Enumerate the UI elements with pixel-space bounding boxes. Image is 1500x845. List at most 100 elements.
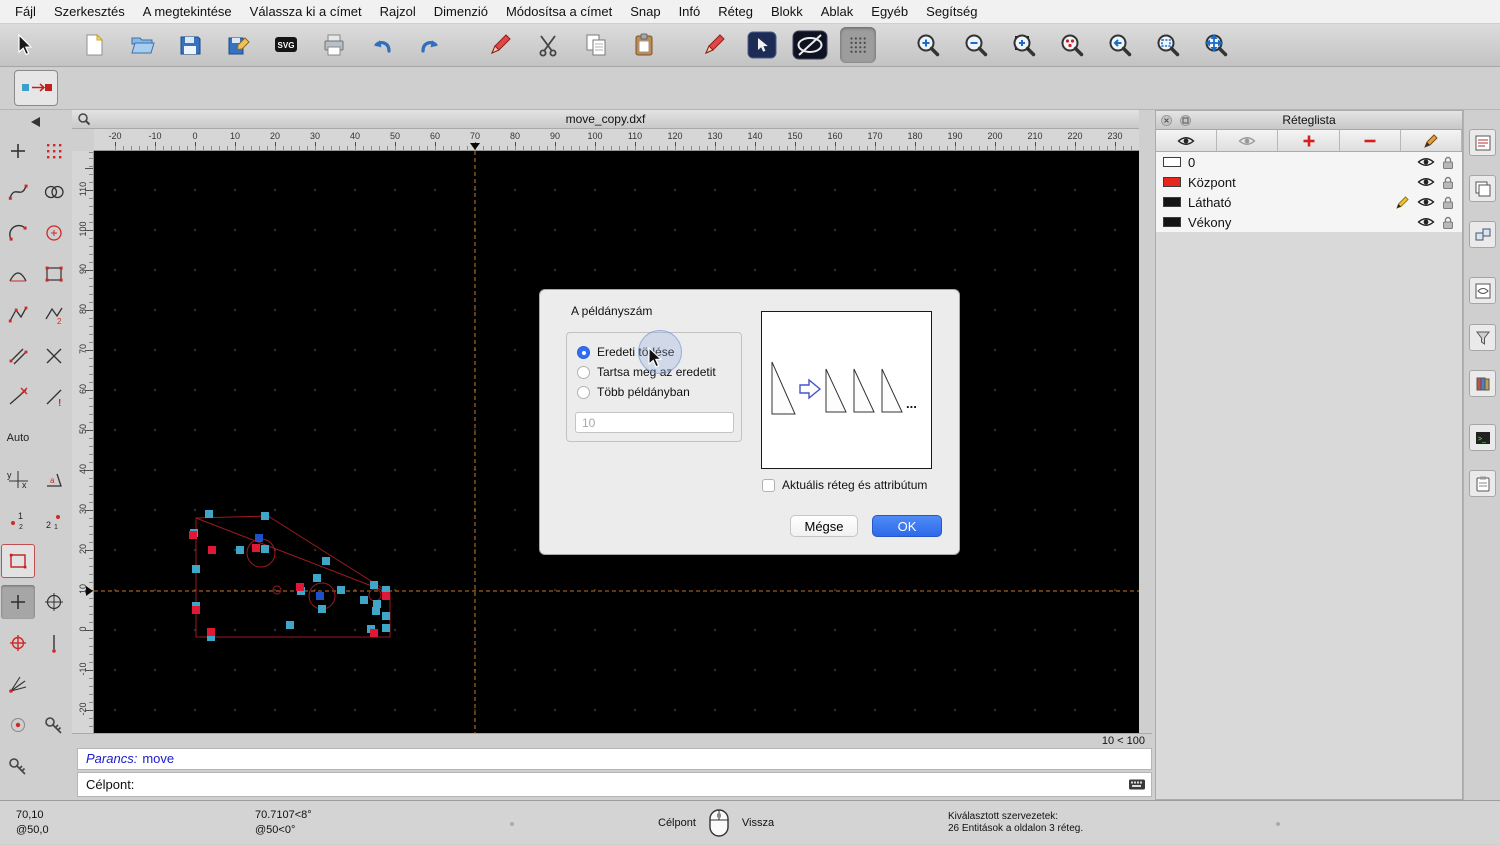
dock-filter-button[interactable] (1469, 324, 1496, 351)
radio-tartsa-meg-az-eredetit[interactable] (577, 366, 590, 379)
command-input-row[interactable]: Célpont: (77, 772, 1152, 797)
selection-handle-cyan[interactable] (318, 605, 326, 613)
current-tool-button[interactable] (14, 70, 58, 106)
dock-layer-list-button[interactable] (1469, 175, 1496, 202)
layer-visibility-icon[interactable] (1417, 195, 1435, 209)
lock-relative-tool[interactable] (1, 749, 35, 783)
zoom-in-button[interactable] (910, 27, 946, 63)
coordinate-tool[interactable]: yx (1, 462, 35, 496)
dock-command-line-button[interactable]: >_ (1469, 424, 1496, 451)
layer-visibility-icon[interactable] (1417, 215, 1435, 229)
dock-property-editor-button[interactable] (1469, 129, 1496, 156)
selection-handle-red[interactable] (370, 629, 378, 637)
menu-a-megtekint-se[interactable]: A megtekintése (134, 4, 241, 19)
snap-middle-tool[interactable]: 12 (1, 503, 35, 537)
layer-lock-icon[interactable] (1441, 155, 1455, 170)
selection-handle-cyan[interactable] (373, 600, 381, 608)
ray-tool[interactable] (1, 667, 35, 701)
cancel-button[interactable]: Mégse (790, 515, 858, 537)
polyline-2-tool[interactable]: 2 (37, 298, 71, 332)
selection-handle-red[interactable] (189, 531, 197, 539)
svg-export-button[interactable]: SVG (268, 27, 304, 63)
zoom-window-button[interactable] (1150, 27, 1186, 63)
auto-zoom-button[interactable] (1006, 27, 1042, 63)
dock-block-list-button[interactable] (1469, 221, 1496, 248)
document-titlebar[interactable]: move_copy.dxf (72, 110, 1139, 129)
menu-inf[interactable]: Infó (670, 4, 710, 19)
edit-pen-button[interactable] (696, 27, 732, 63)
layer-row-k-zpont[interactable]: Központ (1156, 172, 1462, 192)
selection-handle-red[interactable] (207, 628, 215, 636)
selection-rect-tool[interactable] (1, 544, 35, 578)
selection-handle-cyan[interactable] (261, 545, 269, 553)
edit-layer-button[interactable] (1401, 130, 1462, 151)
save-button[interactable] (172, 27, 208, 63)
selection-handle-red[interactable] (192, 606, 200, 614)
crosshair-tool[interactable] (1, 134, 35, 168)
selection-handle-cyan[interactable] (337, 586, 345, 594)
selection-handle-red[interactable] (382, 592, 390, 600)
menu-szerkeszt-s[interactable]: Szerkesztés (45, 4, 134, 19)
selection-handle-red[interactable] (296, 583, 304, 591)
selection-handle-cyan[interactable] (370, 581, 378, 589)
copies-count-input[interactable] (575, 412, 734, 433)
keyboard-icon[interactable] (1128, 777, 1146, 792)
menu-rajzol[interactable]: Rajzol (371, 4, 425, 19)
selection-cursor-button[interactable] (6, 27, 42, 63)
selection-handle-cyan[interactable] (360, 596, 368, 604)
selection-handle-cyan[interactable] (382, 624, 390, 632)
dock-view-list-button[interactable] (1469, 277, 1496, 304)
selection-handle-blue[interactable] (255, 534, 263, 542)
layer-visibility-icon[interactable] (1417, 175, 1435, 189)
selection-handle-cyan[interactable] (322, 557, 330, 565)
attributes-pen-button[interactable] (482, 27, 518, 63)
paste-button[interactable] (626, 27, 662, 63)
cross-lines-tool[interactable] (37, 339, 71, 373)
use-current-layer-checkbox[interactable] (762, 479, 775, 492)
menu-v-lassza-ki-a-c-met[interactable]: Válassza ki a címet (241, 4, 371, 19)
circle-center-tool[interactable] (37, 216, 71, 250)
arc-chord-tool[interactable] (1, 257, 35, 291)
spline-tool[interactable] (1, 175, 35, 209)
snap-distance-tool[interactable]: 21 (37, 503, 71, 537)
circle-cross-tool[interactable] (37, 585, 71, 619)
menu-ablak[interactable]: Ablak (812, 4, 863, 19)
selection-handle-cyan[interactable] (313, 574, 321, 582)
layer-lock-icon[interactable] (1441, 175, 1455, 190)
ok-button[interactable]: OK (872, 515, 942, 537)
angle-tool[interactable]: a (37, 462, 71, 496)
layer-lock-icon[interactable] (1441, 195, 1455, 210)
menu-r-teg[interactable]: Réteg (709, 4, 762, 19)
parallel-lines-tool[interactable] (1, 339, 35, 373)
radio-t-bb-p-ld-nyban[interactable] (577, 386, 590, 399)
float-icon[interactable] (1180, 115, 1191, 126)
auto-snap-button[interactable]: Auto (1, 421, 35, 455)
line-warning-tool[interactable]: ! (37, 380, 71, 414)
polyline-tool[interactable] (1, 298, 35, 332)
lock-tool[interactable] (37, 708, 71, 742)
selection-handle-cyan[interactable] (261, 512, 269, 520)
show-all-layers-button[interactable] (1156, 130, 1217, 151)
selection-handle-cyan[interactable] (236, 546, 244, 554)
cut-scissors-button[interactable] (530, 27, 566, 63)
add-layer-button[interactable] (1278, 130, 1339, 151)
menu-snap[interactable]: Snap (621, 4, 669, 19)
selection-handle-cyan[interactable] (205, 510, 213, 518)
radio-eredeti-t-rl-se[interactable] (577, 346, 590, 359)
selection-mode-button[interactable] (744, 27, 780, 63)
two-circles-tool[interactable] (37, 175, 71, 209)
zoom-out-button[interactable] (958, 27, 994, 63)
selected-circle[interactable] (273, 586, 281, 594)
save-as-button[interactable] (220, 27, 256, 63)
remove-layer-button[interactable] (1340, 130, 1401, 151)
selection-handle-red[interactable] (252, 544, 260, 552)
undo-button[interactable] (364, 27, 400, 63)
dock-library-browser-button[interactable] (1469, 370, 1496, 397)
pan-zoom-button[interactable] (1198, 27, 1234, 63)
new-file-button[interactable] (76, 27, 112, 63)
copy-button[interactable] (578, 27, 614, 63)
menu-f-jl[interactable]: Fájl (6, 4, 45, 19)
draft-mode-button[interactable] (792, 27, 828, 63)
print-button[interactable] (316, 27, 352, 63)
zoom-selection-button[interactable] (1054, 27, 1090, 63)
